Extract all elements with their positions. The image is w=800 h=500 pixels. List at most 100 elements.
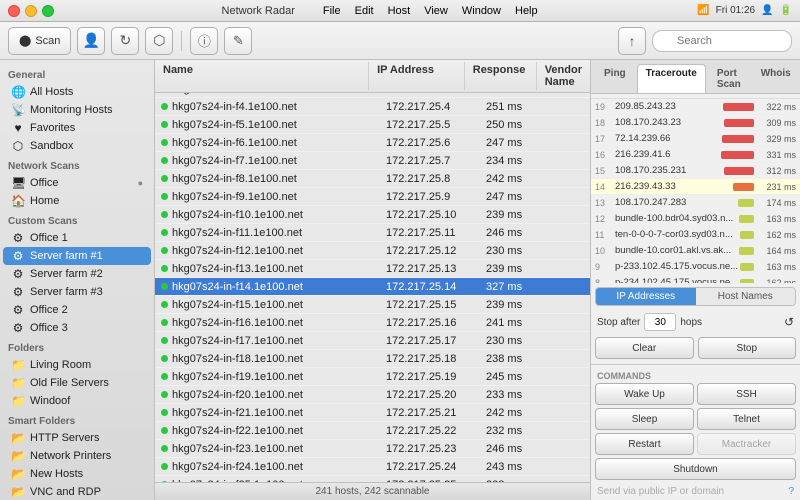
host-response-cell: 241 ms [480, 317, 555, 329]
table-row[interactable]: hkg07s24-in-f9.1e100.net 172.217.25.9 24… [155, 188, 590, 206]
sidebar-item-office1[interactable]: ⚙ Office 1 [3, 229, 151, 247]
sidebar-item-home[interactable]: 🏠 Home [3, 192, 151, 210]
menu-file[interactable]: File [323, 5, 341, 17]
hop-number: 19 [595, 102, 615, 112]
table-row[interactable]: hkg07s24-in-f15.1e100.net 172.217.25.15 … [155, 296, 590, 314]
shutdown-button[interactable]: Shutdown [595, 458, 796, 480]
traffic-lights[interactable] [8, 5, 54, 17]
ssh-button[interactable]: SSH [697, 383, 796, 405]
table-row[interactable]: hkg07s24-in-f5.1e100.net 172.217.25.5 25… [155, 116, 590, 134]
tab-traceroute[interactable]: Traceroute [637, 64, 706, 93]
tab-ping[interactable]: Ping [595, 64, 635, 93]
host-response-cell: 232 ms [480, 425, 555, 437]
host-list-scroll[interactable]: hkg07s24-in-f1.1e100.net 172.217.25.1 25… [155, 93, 590, 482]
table-row[interactable]: hkg07s24-in-f10.1e100.net 172.217.25.10 … [155, 206, 590, 224]
menu-help[interactable]: Help [515, 5, 538, 17]
office-badge: ● [138, 178, 143, 188]
sidebar-item-networkprinters[interactable]: 📂 Network Printers [3, 447, 151, 465]
sidebar-item-all-hosts[interactable]: 🌐 All Hosts [3, 83, 151, 101]
sidebar-item-livingroom[interactable]: 📁 Living Room [3, 356, 151, 374]
table-row[interactable]: hkg07s24-in-f14.1e100.net 172.217.25.14 … [155, 278, 590, 296]
table-row[interactable]: hkg07s24-in-f16.1e100.net 172.217.25.16 … [155, 314, 590, 332]
hop-number: 13 [595, 198, 615, 208]
table-row[interactable]: hkg07s24-in-f18.1e100.net 172.217.25.18 … [155, 350, 590, 368]
sidebar-item-favorites[interactable]: ♥ Favorites [3, 119, 151, 137]
menu-view[interactable]: View [424, 5, 448, 17]
host-ip-cell: 172.217.25.9 [380, 191, 480, 203]
table-row[interactable]: hkg07s24-in-f17.1e100.net 172.217.25.17 … [155, 332, 590, 350]
table-row[interactable]: hkg07s24-in-f19.1e100.net 172.217.25.19 … [155, 368, 590, 386]
table-row[interactable]: hkg07s24-in-f20.1e100.net 172.217.25.20 … [155, 386, 590, 404]
hop-number: 11 [595, 230, 615, 240]
restart-button[interactable]: Restart [595, 433, 694, 455]
hop-number: 12 [595, 214, 615, 224]
status-dot [161, 391, 168, 398]
minimize-button[interactable] [25, 5, 37, 17]
sidebar-item-serverfarm1[interactable]: ⚙ Server farm #1 [3, 247, 151, 265]
commands-section-label: Commands [591, 367, 800, 383]
menu-edit[interactable]: Edit [355, 5, 374, 17]
help-icon[interactable]: ? [788, 486, 794, 497]
user-icon-btn[interactable]: 👤 [77, 27, 105, 55]
table-row[interactable]: hkg07s24-in-f13.1e100.net 172.217.25.13 … [155, 260, 590, 278]
sidebar-item-sandbox[interactable]: ⬡ Sandbox [3, 137, 151, 155]
export-icon-btn[interactable]: ↑ [618, 27, 646, 55]
sidebar-item-monitoring[interactable]: 📡 Monitoring Hosts [3, 101, 151, 119]
close-button[interactable] [8, 5, 20, 17]
hop-ms: 163 ms [756, 262, 796, 272]
scan-button[interactable]: ⬤ Scan [8, 27, 71, 55]
menu-window[interactable]: Window [462, 5, 501, 17]
table-row[interactable]: hkg07s24-in-f12.1e100.net 172.217.25.12 … [155, 242, 590, 260]
traceroute-row: 19 209.85.243.23 322 ms [591, 99, 800, 115]
table-row[interactable]: hkg07s24-in-f24.1e100.net 172.217.25.24 … [155, 458, 590, 476]
status-dot [161, 247, 168, 254]
table-row[interactable]: hkg07s24-in-f7.1e100.net 172.217.25.7 23… [155, 152, 590, 170]
table-row[interactable]: hkg07s24-in-f21.1e100.net 172.217.25.21 … [155, 404, 590, 422]
table-row[interactable]: hkg07s24-in-f4.1e100.net 172.217.25.4 25… [155, 98, 590, 116]
host-name-cell: hkg07s24-in-f5.1e100.net [155, 119, 380, 131]
sidebar-item-httpservers[interactable]: 📂 HTTP Servers [3, 429, 151, 447]
edit-icon-btn[interactable]: ✎ [224, 27, 252, 55]
maximize-button[interactable] [42, 5, 54, 17]
wake-up-button[interactable]: Wake Up [595, 383, 694, 405]
sidebar-item-serverfarm3[interactable]: ⚙ Server farm #3 [3, 283, 151, 301]
refresh-icon-btn[interactable]: ↻ [111, 27, 139, 55]
table-row[interactable]: hkg07s24-in-f23.1e100.net 172.217.25.23 … [155, 440, 590, 458]
settings-icon-5: ⚙ [11, 303, 25, 317]
sidebar-item-office2[interactable]: ⚙ Office 2 [3, 301, 151, 319]
status-dot [161, 211, 168, 218]
sidebar-item-oldfileservers[interactable]: 📁 Old File Servers [3, 374, 151, 392]
host-name-cell: hkg07s24-in-f24.1e100.net [155, 461, 380, 473]
search-input[interactable] [652, 30, 792, 52]
info-icon-btn[interactable]: ⓘ [190, 27, 218, 55]
sidebar-item-newhosts[interactable]: 📂 New Hosts [3, 465, 151, 483]
share-icon-btn[interactable]: ⬡ [145, 27, 173, 55]
sidebar-item-windoof[interactable]: 📁 Windoof [3, 392, 151, 410]
mactracker-button[interactable]: Mactracker [697, 433, 796, 455]
sidebar-item-vnc[interactable]: 📂 VNC and RDP [3, 483, 151, 500]
scan-icon: ⬤ [19, 34, 31, 47]
table-row[interactable]: hkg07s24-in-f6.1e100.net 172.217.25.6 24… [155, 134, 590, 152]
table-row[interactable]: hkg07s24-in-f11.1e100.net 172.217.25.11 … [155, 224, 590, 242]
table-row[interactable]: hkg07s24-in-f8.1e100.net 172.217.25.8 24… [155, 170, 590, 188]
ip-addresses-btn[interactable]: IP Addresses [596, 288, 696, 305]
sidebar-item-office[interactable]: 🖥 Office ● [3, 174, 151, 192]
right-panel-tabs: Ping Traceroute Port Scan Whois [591, 60, 800, 94]
sleep-button[interactable]: Sleep [595, 408, 694, 430]
col-header-vendor: Vendor Name [537, 62, 590, 90]
menu-host[interactable]: Host [388, 5, 411, 17]
col-header-name: Name [155, 62, 369, 90]
tab-port-scan[interactable]: Port Scan [708, 64, 750, 93]
stop-after-input[interactable] [644, 313, 676, 331]
sidebar-item-serverfarm2[interactable]: ⚙ Server farm #2 [3, 265, 151, 283]
stop-button[interactable]: Stop [698, 337, 797, 359]
telnet-button[interactable]: Telnet [697, 408, 796, 430]
tab-whois[interactable]: Whois [752, 64, 800, 93]
clear-button[interactable]: Clear [595, 337, 694, 359]
host-name-cell: hkg07s24-in-f3.1e100.net [155, 93, 380, 95]
status-dot [161, 103, 168, 110]
host-name-cell: hkg07s24-in-f13.1e100.net [155, 263, 380, 275]
sidebar-item-office3[interactable]: ⚙ Office 3 [3, 319, 151, 337]
table-row[interactable]: hkg07s24-in-f22.1e100.net 172.217.25.22 … [155, 422, 590, 440]
host-names-btn[interactable]: Host Names [696, 288, 796, 305]
